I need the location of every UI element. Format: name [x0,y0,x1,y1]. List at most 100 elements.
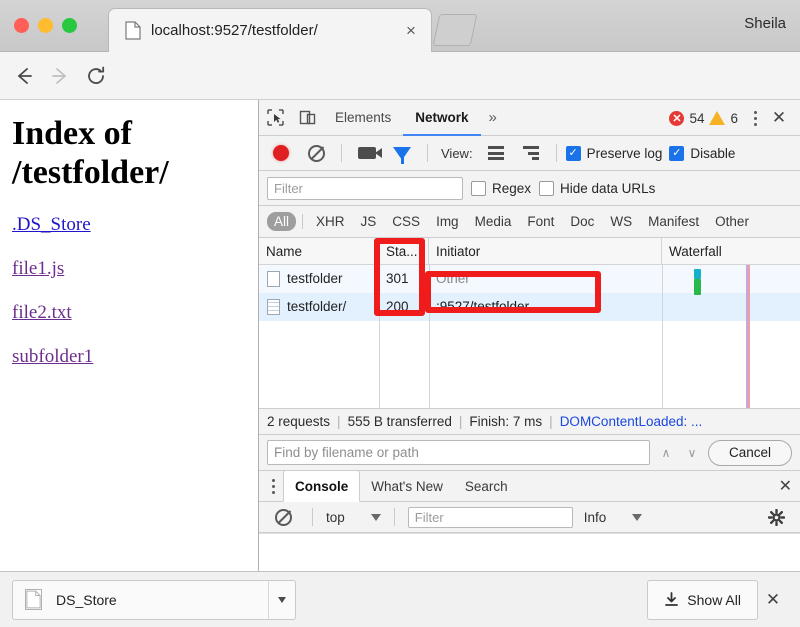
list-item[interactable]: file1.js [12,258,246,280]
request-initiator-link[interactable]: :9527/testfolder [436,299,529,314]
type-filter-css[interactable]: CSS [385,212,427,231]
type-filter-ws[interactable]: WS [603,212,639,231]
find-bar: Find by filename or path ∧ ∨ Cancel [259,435,800,471]
tab-console[interactable]: Console [283,470,361,502]
show-all-button[interactable]: Show All [647,579,758,620]
type-filter-xhr[interactable]: XHR [309,212,352,231]
caret-down-icon[interactable] [269,596,295,603]
drawer-menu-button[interactable] [263,473,283,499]
profile-name[interactable]: Sheila [744,15,786,32]
type-filter-font[interactable]: Font [520,212,561,231]
download-file-name: DS_Store [56,591,117,608]
directory-listing: .DS_Store file1.js file2.txt subfolder1 [12,214,246,368]
type-filter-js[interactable]: JS [354,212,384,231]
clear-console-icon [274,508,292,526]
more-tabs-button[interactable]: » [481,109,505,126]
request-name-cell: testfolder [259,265,379,293]
list-item[interactable]: file2.txt [12,302,246,324]
view-waterfall-button[interactable] [515,137,547,169]
devtools-panel: Elements Network » ✕ 54 6 ✕ View: ✓ Pres… [258,100,800,571]
close-icon[interactable]: ✕ [766,100,792,136]
finish-time: Finish: 7 ms [469,414,543,429]
tab-title: localhost:9527/testfolder/ [151,22,318,39]
view-list-button[interactable] [480,137,512,169]
preserve-log-label: Preserve log [586,145,663,161]
issue-counters[interactable]: ✕ 54 6 [669,100,738,136]
divider [341,144,342,162]
devtools-tab-bar: Elements Network » ✕ 54 6 ✕ [259,100,800,136]
console-filter-input[interactable]: Filter [407,506,573,528]
type-filter-img[interactable]: Img [429,212,466,231]
transferred-size: 555 B transferred [347,414,452,429]
find-previous-button[interactable]: ∧ [656,446,676,460]
column-header-waterfall[interactable]: Waterfall [662,238,799,265]
request-status: 301 [386,271,409,286]
blank-document-icon [267,271,280,287]
execution-context-value: top [326,509,345,525]
column-header-name[interactable]: Name [259,237,379,265]
list-item[interactable]: subfolder1 [12,346,246,368]
capture-screenshots-button[interactable] [351,137,383,169]
list-item[interactable]: .DS_Store [12,214,246,236]
column-header-status[interactable]: Sta... [379,237,429,265]
network-table-header: Name Sta... Initiator Waterfall [259,237,800,265]
devtools-menu-button[interactable] [746,104,764,132]
reload-button[interactable] [82,62,110,90]
load-event-marker [748,265,750,408]
checkbox-checked-icon: ✓ [565,145,581,161]
minimize-window-button[interactable] [38,18,53,33]
clear-console-button[interactable] [267,501,299,533]
hide-data-urls-checkbox[interactable]: Hide data URLs [539,180,655,196]
clear-button[interactable] [300,137,332,169]
tab-elements[interactable]: Elements [323,100,403,136]
type-filter-media[interactable]: Media [468,212,519,231]
find-input[interactable]: Find by filename or path [267,440,650,465]
network-filter-bar: Filter Regex Hide data URLs [259,171,800,206]
close-icon[interactable]: ✕ [758,590,788,610]
forward-button[interactable] [46,62,74,90]
toggle-device-icon [299,110,315,125]
type-filter-all[interactable]: All [267,212,297,231]
download-item[interactable]: DS_Store [12,579,296,620]
device-toolbar-icon[interactable] [291,102,323,134]
close-icon[interactable]: × [401,21,421,41]
clear-icon [307,144,325,162]
filter-input[interactable]: Filter [267,176,463,200]
chevron-down-icon [370,513,381,521]
table-row[interactable]: testfolder/ 200 :9527/testfolder [259,293,800,321]
type-filter-other[interactable]: Other [708,212,756,231]
type-filter-manifest[interactable]: Manifest [641,212,706,231]
disable-cache-checkbox[interactable]: ✓ Disable [669,145,735,161]
maximize-window-button[interactable] [62,18,77,33]
browser-tab[interactable]: localhost:9527/testfolder/ × [108,8,432,52]
find-next-button[interactable]: ∨ [682,446,702,460]
cursor-select-icon[interactable] [259,102,291,134]
tab-whats-new[interactable]: What's New [360,471,454,502]
divider: | [549,414,553,429]
network-table-body: testfolder 301 Other testfolder/ 200 :95… [259,238,800,408]
cancel-button[interactable]: Cancel [707,439,792,466]
divider [555,144,557,162]
table-row[interactable]: testfolder 301 Other [259,265,800,293]
checkbox-unchecked-icon [539,180,555,196]
column-header-initiator[interactable]: Initiator [429,237,662,265]
execution-context-selector[interactable]: top [326,510,381,525]
preserve-log-checkbox[interactable]: ✓ Preserve log [565,145,663,161]
tab-search[interactable]: Search [454,471,519,502]
view-label: View: [441,145,473,161]
new-tab-button[interactable] [432,14,478,46]
record-button[interactable] [265,137,297,169]
warning-count: 6 [730,110,738,126]
regex-checkbox[interactable]: Regex [471,180,531,196]
filter-placeholder: Filter [274,180,303,196]
divider: | [458,414,463,429]
filter-button[interactable] [386,137,418,169]
close-window-button[interactable] [14,18,29,33]
log-level-selector[interactable]: Info [584,510,643,525]
console-settings-button[interactable] [760,501,792,533]
tab-network[interactable]: Network [403,100,480,136]
checkbox-unchecked-icon [471,180,486,196]
type-filter-doc[interactable]: Doc [563,212,601,231]
close-icon[interactable]: ✕ [779,476,792,496]
back-button[interactable] [10,62,38,90]
